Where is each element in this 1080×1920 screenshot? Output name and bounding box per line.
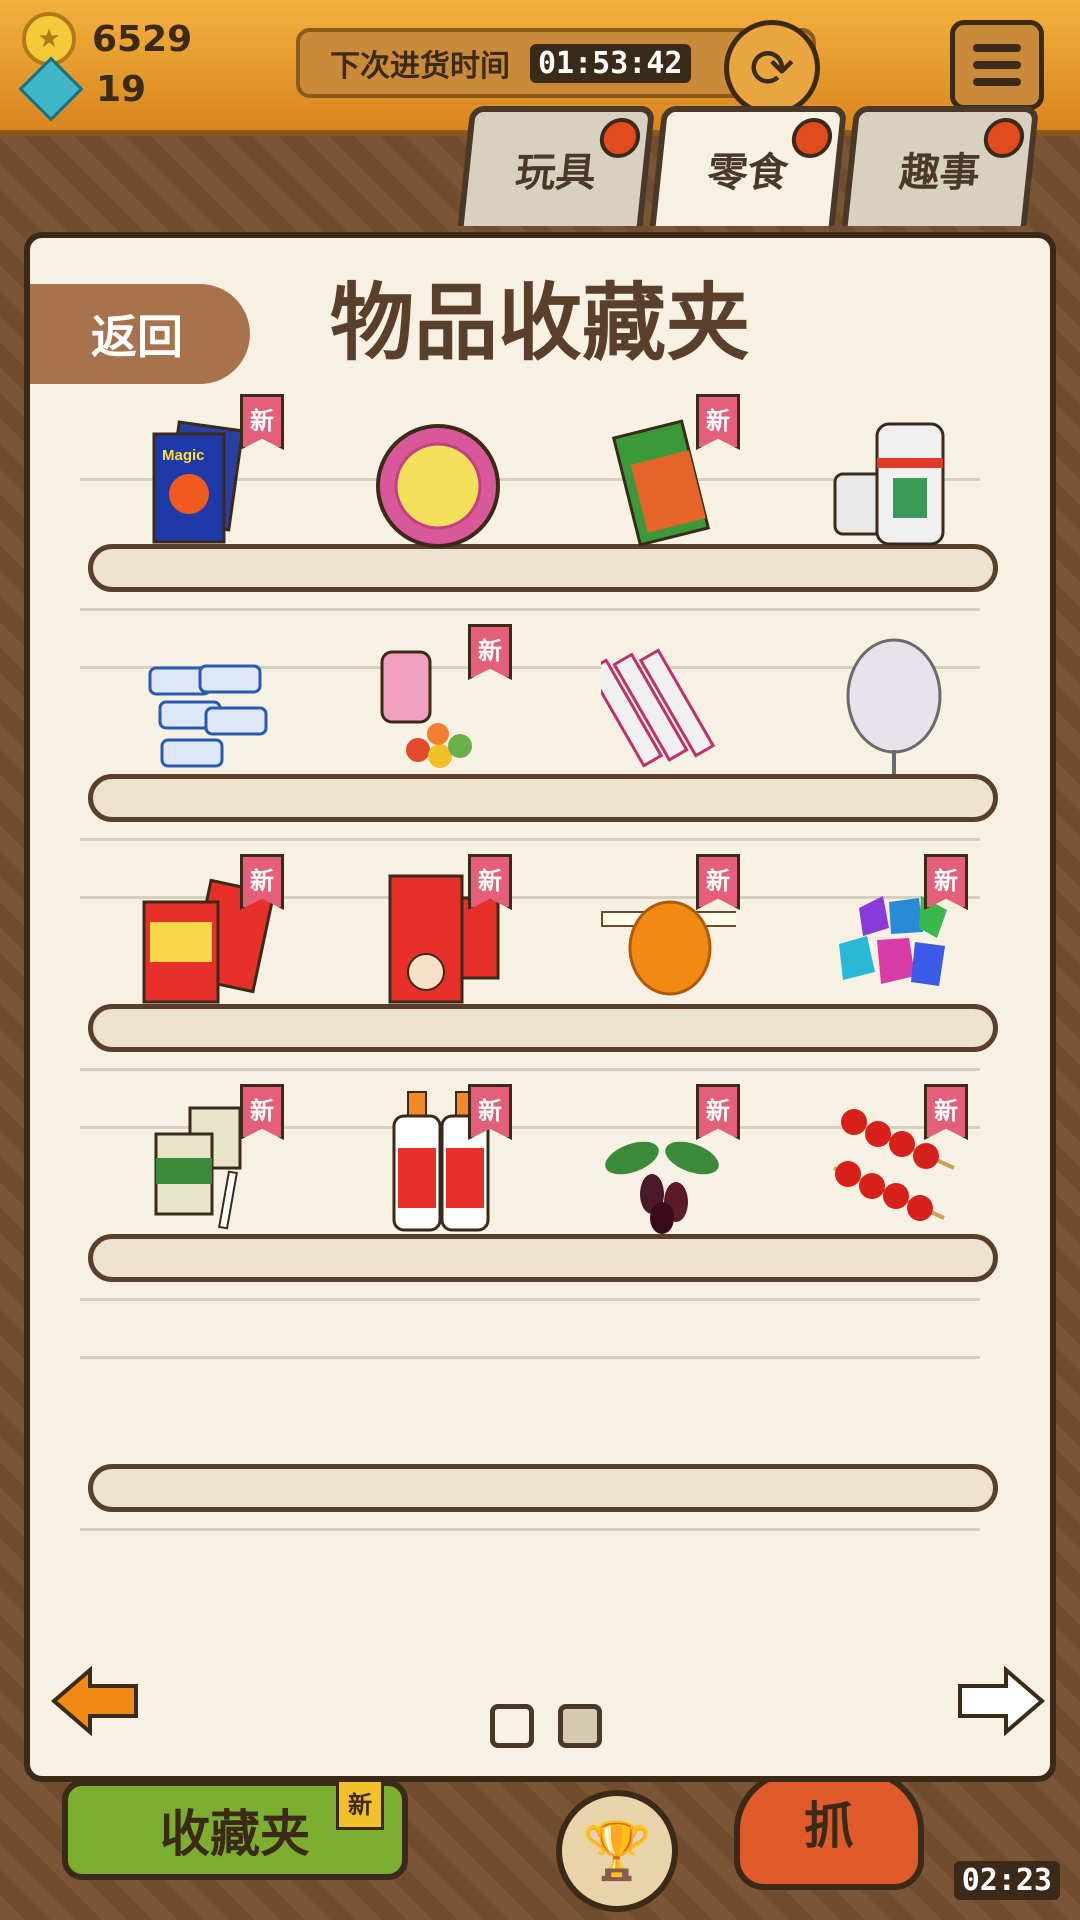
ruled-line xyxy=(80,838,980,841)
item-cigarette-candy[interactable]: 新 xyxy=(140,1084,284,1238)
session-timer: 02:23 xyxy=(953,1861,1060,1900)
item-cotton-candy[interactable] xyxy=(824,638,964,778)
trophy-icon: 🏆 xyxy=(582,1819,652,1884)
bottom-bar: 收藏夹 新 🏆 抓 02:23 xyxy=(0,1770,1080,1920)
grab-label: 抓 xyxy=(804,1797,854,1855)
notification-dot xyxy=(789,118,835,158)
gem-candy-icon xyxy=(839,896,947,986)
shelf xyxy=(88,1004,998,1052)
shelf xyxy=(88,1464,998,1512)
menu-bar-1 xyxy=(973,44,1021,52)
white-rabbit-candy-icon xyxy=(148,664,268,768)
item-yogurt-drink[interactable]: 新 xyxy=(368,1084,512,1238)
collection-panel: 物品收藏夹 返回 Magic 新 新 新 新 新 新 新 新 新 新 新 xyxy=(24,232,1056,1782)
tab-toys[interactable]: 玩具 xyxy=(457,106,656,226)
grab-button[interactable]: 抓 xyxy=(734,1770,924,1890)
item-wangzai-milk-candy[interactable]: 新 xyxy=(368,854,512,1008)
tab-snacks[interactable]: 零食 xyxy=(649,106,848,226)
page-dot-2-active[interactable] xyxy=(558,1704,602,1748)
menu-button[interactable] xyxy=(950,20,1044,110)
trophy-button[interactable]: 🏆 xyxy=(556,1790,678,1912)
collection-label: 收藏夹 xyxy=(160,1805,310,1863)
ruled-line xyxy=(80,1528,980,1531)
svg-text:Magic: Magic xyxy=(162,447,205,464)
restock-time: 01:53:42 xyxy=(530,43,691,83)
notification-dot xyxy=(981,118,1027,158)
ruled-line xyxy=(80,1068,980,1071)
coin-counter: ★ 6529 xyxy=(22,12,192,66)
item-magic-pop-candy[interactable]: Magic 新 xyxy=(140,394,284,548)
item-sugar-painting[interactable]: 新 xyxy=(596,854,740,1008)
dadajuan-gum-icon xyxy=(376,424,500,548)
tab-label: 零食 xyxy=(705,150,791,196)
next-page-button[interactable] xyxy=(956,1666,1046,1736)
stick-candy-icon xyxy=(601,648,716,768)
coin-value: 6529 xyxy=(92,18,193,60)
refresh-icon: ⟳ xyxy=(749,36,795,100)
tab-label: 玩具 xyxy=(513,150,599,196)
item-jianlibao-soda[interactable] xyxy=(824,408,964,548)
item-spicy-strip-snack[interactable]: 新 xyxy=(596,394,740,548)
shelf xyxy=(88,1234,998,1282)
item-stick-candy[interactable] xyxy=(596,638,736,778)
sugar-painting-icon xyxy=(601,900,736,996)
soda-can-icon xyxy=(833,422,945,546)
ruled-line xyxy=(80,1298,980,1301)
collection-new-badge: 新 xyxy=(336,1774,384,1830)
ruled-line xyxy=(80,608,980,611)
menu-bar-2 xyxy=(973,61,1021,69)
item-fruit-candy-jar[interactable]: 新 xyxy=(368,624,512,778)
gem-value: 19 xyxy=(96,68,147,110)
gem-icon xyxy=(18,56,84,122)
cotton-candy-icon xyxy=(846,638,942,774)
item-mimi-snack[interactable]: 新 xyxy=(140,854,284,1008)
restock-label: 下次进货时间 xyxy=(330,49,510,84)
back-button[interactable]: 返回 xyxy=(30,284,250,384)
gem-counter: 19 xyxy=(18,56,147,122)
mulberry-icon xyxy=(605,1141,719,1234)
item-gem-candy[interactable]: 新 xyxy=(824,854,968,1008)
page-dot-1[interactable] xyxy=(490,1704,534,1748)
item-white-rabbit-candy[interactable] xyxy=(140,638,280,778)
ruled-line xyxy=(80,1356,980,1359)
refresh-button[interactable]: ⟳ xyxy=(724,20,820,116)
item-candied-haws[interactable]: 新 xyxy=(824,1084,968,1238)
shelf xyxy=(88,544,998,592)
tab-fun[interactable]: 趣事 xyxy=(841,106,1040,226)
menu-bar-3 xyxy=(973,78,1021,86)
shelf xyxy=(88,774,998,822)
notification-dot xyxy=(597,118,643,158)
item-mulberry[interactable]: 新 xyxy=(596,1084,740,1238)
tab-label: 趣事 xyxy=(897,150,983,196)
item-dadajuan-gum[interactable] xyxy=(368,408,508,548)
prev-page-button[interactable] xyxy=(50,1666,140,1736)
